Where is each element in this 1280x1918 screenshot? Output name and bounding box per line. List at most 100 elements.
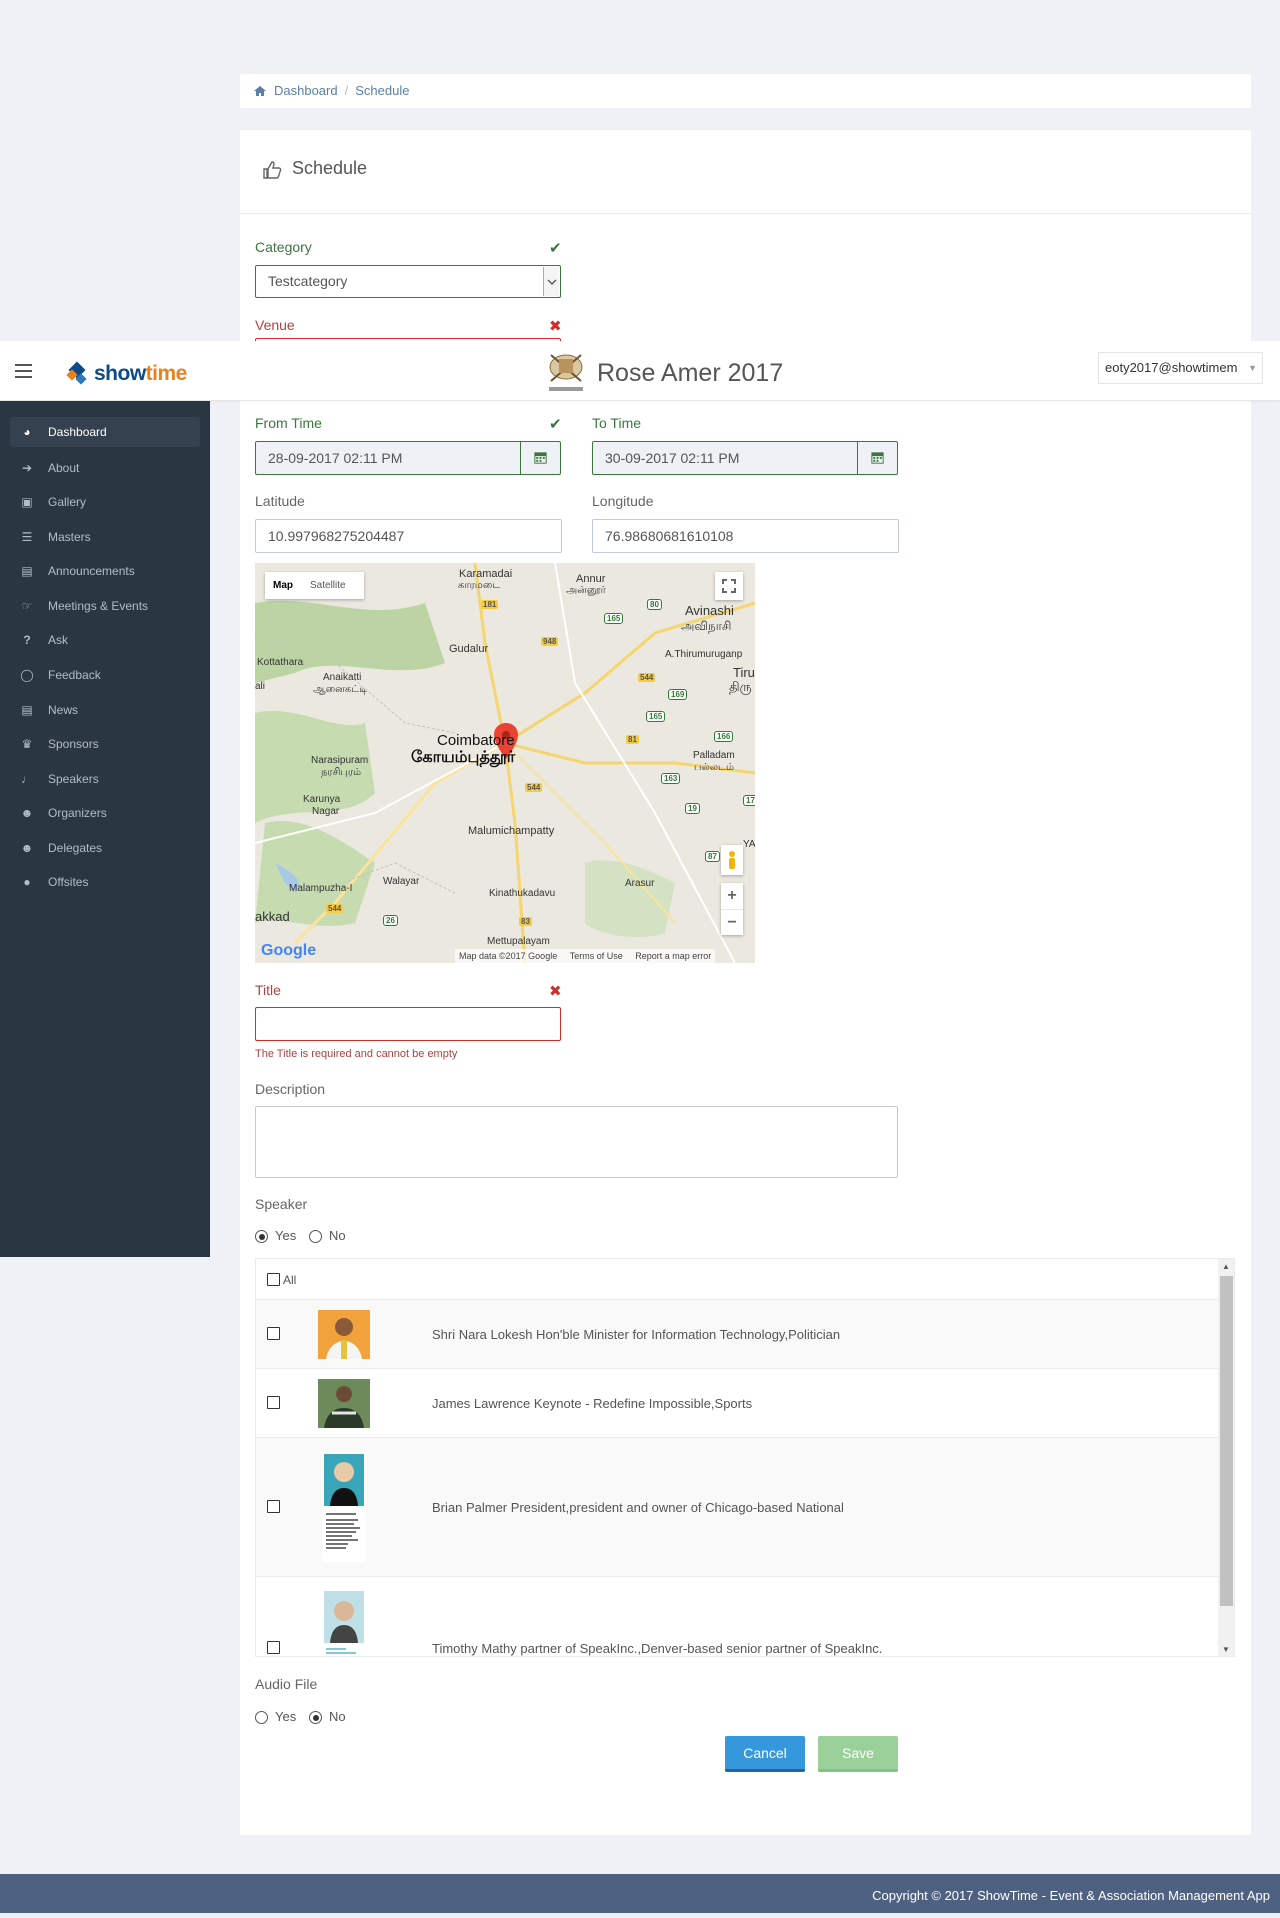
breadcrumb-dashboard-link[interactable]: Dashboard [274, 83, 338, 98]
card-header [240, 130, 1251, 214]
brand-suffix: time [145, 362, 188, 385]
description-textarea[interactable] [255, 1106, 898, 1178]
sidebar-item-label: Sponsors [48, 737, 99, 751]
sidebar-item-label: Delegates [48, 841, 103, 855]
to-time-input[interactable]: 30-09-2017 02:11 PM [592, 441, 858, 475]
map-pin-icon: ● [23, 875, 31, 889]
latitude-input[interactable]: 10.997968275204487 [255, 519, 562, 553]
footer: Copyright © 2017 ShowTime - Event & Asso… [0, 1874, 1280, 1913]
sidebar-item-speakers[interactable]: ♩ Speakers [10, 764, 200, 794]
sidebar-item-label: Masters [48, 530, 91, 544]
longitude-label: Longitude [592, 493, 654, 509]
title-error-message: The Title is required and cannot be empt… [255, 1048, 458, 1060]
from-calendar-button[interactable] [520, 441, 561, 475]
speaker-name: Shri Nara Lokesh Hon'ble Minister for In… [432, 1327, 841, 1342]
caret-down-icon: ▼ [1248, 363, 1257, 373]
table-header: All [256, 1259, 1218, 1300]
map-attribution: Map data ©2017 Google Terms of Use Repor… [455, 949, 716, 963]
road-shield: 544 [525, 783, 543, 792]
user-menu[interactable]: eoty2017@showtimem ▼ [1098, 352, 1263, 384]
speaker-no-radio[interactable] [309, 1230, 322, 1243]
breadcrumb-schedule-link[interactable]: Schedule [355, 83, 409, 98]
to-calendar-button[interactable] [857, 441, 898, 475]
road-shield: 948 [541, 637, 559, 646]
table-scrollbar[interactable]: ▲ ▼ [1218, 1259, 1234, 1656]
sidebar-item-news[interactable]: ▤ News [10, 695, 200, 725]
row-checkbox[interactable] [267, 1327, 280, 1340]
about-icon: ➔ [21, 461, 33, 475]
road-shield: 544 [326, 904, 344, 913]
longitude-input[interactable]: 76.98680681610108 [592, 519, 899, 553]
road-shield: 169 [668, 689, 688, 700]
title-label: Title [255, 982, 281, 998]
audio-radio-group: Yes No [255, 1709, 415, 1727]
audio-yes-radio[interactable] [255, 1711, 268, 1724]
category-select[interactable]: Testcategory [255, 265, 561, 298]
road-shield: 544 [638, 673, 656, 682]
sidebar-item-label: Organizers [48, 806, 107, 820]
terms-link[interactable]: Terms of Use [570, 951, 623, 961]
table-row: Timothy Mathy partner of SpeakInc.,Denve… [256, 1577, 1218, 1656]
sidebar-item-gallery[interactable]: ▣ Gallery [10, 487, 200, 517]
user-email: eoty2017@showtimem [1105, 360, 1238, 375]
description-label: Description [255, 1081, 326, 1097]
sidebar-item-announcements[interactable]: ▤ Announcements [10, 556, 200, 586]
road-shield: 166 [714, 731, 734, 742]
audio-yes-label: Yes [275, 1709, 297, 1724]
sidebar-item-about[interactable]: ➔ About [10, 453, 200, 483]
speaker-photo [318, 1379, 370, 1428]
speaker-radio-group: Yes No [255, 1228, 415, 1246]
scroll-down-arrow[interactable]: ▼ [1222, 1645, 1230, 1654]
title-input[interactable] [255, 1007, 561, 1041]
from-time-input[interactable]: 28-09-2017 02:11 PM [255, 441, 521, 475]
hamburger-menu-icon[interactable] [15, 364, 32, 378]
speaker-photo [322, 1589, 366, 1656]
map-data-text: Map data ©2017 Google [459, 951, 558, 961]
breadcrumb: Dashboard / Schedule [240, 74, 1251, 108]
scroll-up-arrow[interactable]: ▲ [1222, 1262, 1230, 1271]
check-icon: ✔ [549, 240, 562, 257]
event-title: Rose Amer 2017 [597, 359, 784, 387]
scroll-thumb[interactable] [1220, 1276, 1233, 1606]
question-icon: ? [23, 633, 31, 647]
microphone-icon: ♩ [21, 772, 33, 786]
select-all-label: All [283, 1273, 297, 1287]
calendar-icon [871, 452, 884, 464]
sidebar-item-ask[interactable]: ? Ask [10, 625, 200, 655]
road-shield: 165 [604, 613, 624, 624]
row-checkbox[interactable] [267, 1641, 280, 1654]
cancel-button[interactable]: Cancel [725, 1736, 805, 1772]
sidebar-item-offsites[interactable]: ● Offsites [10, 867, 200, 897]
save-button[interactable]: Save [818, 1736, 898, 1772]
audio-no-radio[interactable] [309, 1711, 322, 1724]
sidebar-item-meetings[interactable]: ☞ Meetings & Events [10, 591, 200, 621]
road-shield: 80 [647, 599, 662, 610]
venue-label: Venue [255, 317, 295, 333]
sidebar-item-organizers[interactable]: ☻ Organizers [10, 798, 200, 828]
sidebar-item-label: News [48, 703, 79, 717]
brand-prefix: show [94, 362, 146, 385]
select-all-checkbox[interactable] [267, 1273, 280, 1286]
sidebar-item-dashboard[interactable]: ◕ Dashboard [10, 417, 200, 447]
from-time-label: From Time [255, 415, 322, 431]
users-icon: ☻ [20, 841, 34, 855]
google-logo: Google [261, 942, 317, 959]
speaker-photo [322, 1452, 366, 1562]
sidebar-item-feedback[interactable]: ◯ Feedback [10, 660, 200, 690]
category-value: Testcategory [268, 273, 348, 289]
map[interactable]: Map Satellite + − Karamadai காரமடை Annur… [255, 563, 755, 963]
sidebar-item-masters[interactable]: ☰ Masters [10, 522, 200, 552]
to-time-label: To Time [592, 415, 642, 431]
brand-logo[interactable]: showtime [94, 362, 187, 386]
road-shield: 87 [705, 851, 720, 862]
row-checkbox[interactable] [267, 1500, 280, 1513]
row-checkbox[interactable] [267, 1396, 280, 1409]
thumbs-up-icon [263, 161, 282, 179]
report-map-error-link[interactable]: Report a map error [635, 951, 711, 961]
sidebar-item-sponsors[interactable]: ♛ Sponsors [10, 729, 200, 759]
sidebar-item-label: Offsites [48, 875, 89, 889]
speaker-yes-radio[interactable] [255, 1230, 268, 1243]
meetings-icon: ☞ [21, 599, 33, 613]
sidebar-item-delegates[interactable]: ☻ Delegates [10, 833, 200, 863]
road-shield: 165 [646, 711, 666, 722]
